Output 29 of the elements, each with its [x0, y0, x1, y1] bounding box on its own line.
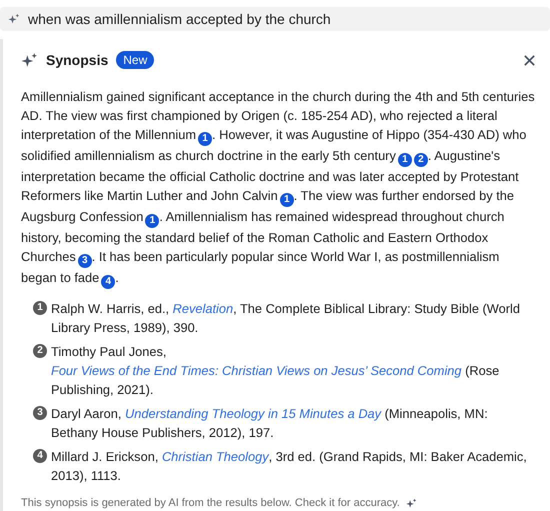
citation-badge[interactable]: 1 — [280, 193, 294, 207]
citation-badge[interactable]: 1 — [145, 214, 160, 228]
reference-text: Timothy Paul Jones, Four Views of the End Times: Christian Views on Jesus’ Second Coming (Rose Publishing, 2021). — [51, 343, 500, 399]
sparkle-icon — [21, 52, 38, 68]
reference-link[interactable]: Understanding Theology in 15 Minutes a Day — [124, 406, 382, 421]
reference-link[interactable]: Four Views of the End Times: Christian Views on Jesus’ Second Coming — [51, 363, 462, 378]
close-icon[interactable] — [523, 54, 536, 66]
reference-text: Ralph W. Harris, ed., Revelation, The Complete Biblical Library: Study Bible (World Library Press, 1989), 390. — [51, 300, 521, 337]
reference-link[interactable]: Revelation — [172, 301, 234, 316]
reference-text: Daryl Aaron, Understanding Theology in 15 Minutes a Day (Minneapolis, MN: Bethany House Publishers, 2012), 197. — [51, 405, 489, 442]
citation-badge[interactable]: 2 — [414, 153, 428, 167]
citation-badge[interactable]: 3 — [78, 254, 92, 268]
query-bar[interactable]: when was amillennialism accepted by the church — [0, 7, 550, 31]
sparkle-icon — [8, 13, 20, 25]
synopsis-paragraph: Amillennialism gained significant acceptance in the church during the 4th and 5th centuries AD. The view was first championed by Origen (c. 185-254 AD), who rejected a literal interpretation of the Millennium 1 . However, it was Augustine of Hippo (354-430 AD) who solidified amillennialism as church doctrine in the early 5th century 1 2 . Augustine's interpretation became the official Catholic doctrine and was later accepted by Protestant Reformers like Martin Luther and John Calvin 1 . The view was further endorsed by the Augsburg Confession 1 . Amillennialism has remained widespread throughout church history, becoming the standard belief of the Roman Catholic and Eastern Orthodox Churches 3 . It has been particularly popular since World War I, as postmillennialism began to fade 4 . — [21, 88, 536, 289]
reference-number: 1 — [33, 301, 47, 315]
reference-number: 2 — [33, 344, 47, 358]
reference-number: 4 — [33, 449, 47, 463]
disclaimer-text: This synopsis is generated by AI from the results below. Check it for accuracy. — [21, 497, 400, 509]
citation-badge[interactable]: 1 — [398, 153, 412, 167]
query-text: when was amillennialism accepted by the church — [28, 11, 331, 27]
sparkle-icon — [406, 498, 417, 508]
synopsis-title: Synopsis — [46, 52, 108, 68]
citation-badge[interactable]: 4 — [101, 275, 116, 289]
citation-badge[interactable]: 1 — [198, 132, 212, 146]
reference-link[interactable]: Christian Theology — [162, 449, 269, 464]
reference-number: 3 — [33, 406, 47, 420]
reference-text: Millard J. Erickson, Christian Theology, 3rd ed. (Grand Rapids, MI: Baker Academic, 2013), 1113. — [51, 448, 528, 485]
new-badge: New — [116, 51, 154, 69]
